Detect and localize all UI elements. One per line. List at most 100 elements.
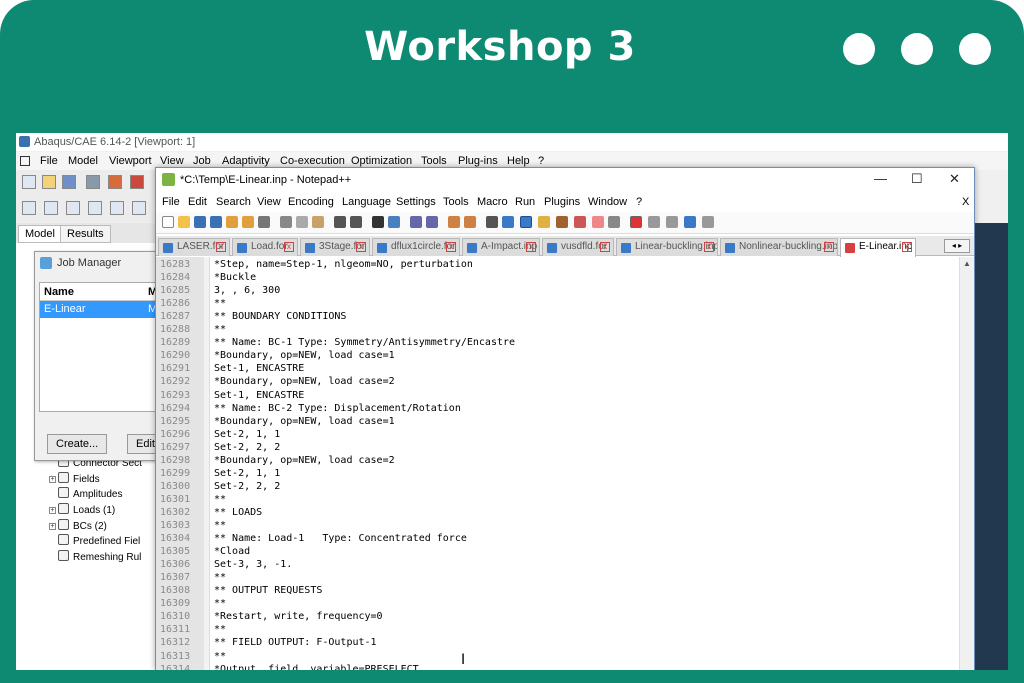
tree-item[interactable]: Loads (1) [58, 503, 115, 519]
view-yz-icon[interactable] [66, 201, 80, 215]
npp-menu-language[interactable]: Language [342, 196, 391, 208]
abaqus-menu-plugins[interactable]: Plug-ins [458, 155, 498, 167]
abaqus-menu-model[interactable]: Model [68, 155, 98, 167]
npp-menu-window[interactable]: Window [588, 196, 627, 208]
view-iso-icon[interactable] [132, 201, 146, 215]
print-icon[interactable] [86, 175, 100, 189]
column-name[interactable]: Name [44, 286, 74, 298]
file-tab[interactable]: dflux1circle.for x [372, 238, 460, 256]
close-tab-icon[interactable]: x [704, 242, 714, 252]
eye-icon[interactable] [608, 216, 620, 228]
export-icon[interactable] [130, 175, 144, 189]
npp-menu-about[interactable]: ? [636, 196, 642, 208]
paste-icon[interactable] [312, 216, 324, 228]
npp-menu-encoding[interactable]: Encoding [288, 196, 334, 208]
npp-close-document-button[interactable]: X [962, 196, 969, 208]
tab-results[interactable]: Results [60, 225, 111, 243]
npp-menu-macro[interactable]: Macro [477, 196, 508, 208]
tab-scroll-arrows[interactable]: ◂ ▸ [944, 239, 970, 253]
tree-expand-icon[interactable]: + [49, 475, 56, 483]
import-icon[interactable] [108, 175, 122, 189]
close-tab-icon[interactable]: x [216, 242, 226, 252]
vertical-scrollbar[interactable]: ▲ [959, 257, 974, 670]
zoom-in-icon[interactable] [410, 216, 422, 228]
tree-item[interactable]: Fields [58, 471, 100, 488]
file-tab[interactable]: Nonlinear-buckling.inp x [720, 238, 838, 256]
print-icon[interactable] [258, 216, 270, 228]
view-yx-icon[interactable] [44, 201, 58, 215]
play-macro-icon[interactable] [666, 216, 678, 228]
scroll-up-icon[interactable]: ▲ [963, 259, 971, 268]
tree-item[interactable]: BCs (2) [58, 518, 107, 535]
close-tab-icon[interactable]: x [356, 242, 366, 252]
close-button[interactable]: ✕ [949, 171, 960, 187]
sync-vertical-icon[interactable] [448, 216, 460, 228]
close-tab-icon[interactable]: x [902, 242, 912, 252]
save-macro-icon[interactable] [702, 216, 714, 228]
show-all-characters-icon[interactable] [502, 216, 514, 228]
text-editor[interactable]: 16283 *Step, name=Step-1, nlgeom=NO, pert… [156, 257, 959, 670]
view-zx-icon[interactable] [88, 201, 102, 215]
find-icon[interactable] [372, 216, 384, 228]
copy-icon[interactable] [296, 216, 308, 228]
tree-item[interactable]: Amplitudes [58, 487, 122, 503]
save-icon[interactable] [62, 175, 76, 189]
tab-model[interactable]: Model [18, 225, 62, 243]
open-icon[interactable] [178, 216, 190, 228]
npp-menu-view[interactable]: View [257, 196, 281, 208]
sync-horizontal-icon[interactable] [464, 216, 476, 228]
abaqus-system-icon[interactable] [20, 156, 30, 166]
open-folder-icon[interactable] [42, 175, 56, 189]
undo-icon[interactable] [334, 216, 346, 228]
npp-menu-settings[interactable]: Settings [396, 196, 436, 208]
redo-icon[interactable] [350, 216, 362, 228]
npp-menu-plugins[interactable]: Plugins [544, 196, 580, 208]
file-tab[interactable]: A-Impact.inp x [462, 238, 540, 256]
maximize-button[interactable]: ☐ [911, 171, 923, 187]
tree-item[interactable]: Predefined Fiel [58, 534, 140, 550]
abaqus-menu-whatsthis[interactable]: ? [538, 155, 544, 167]
abaqus-menu-optimization[interactable]: Optimization [351, 155, 412, 167]
indent-guide-icon[interactable] [520, 216, 532, 228]
close-tab-icon[interactable]: x [446, 242, 456, 252]
new-icon[interactable] [162, 216, 174, 228]
close-all-icon[interactable] [242, 216, 254, 228]
stop-macro-icon[interactable] [648, 216, 660, 228]
file-tab[interactable]: vusdfld.for x [542, 238, 614, 256]
save-icon[interactable] [194, 216, 206, 228]
notepad-title-bar[interactable]: *C:\Temp\E-Linear.inp - Notepad++ — ☐ ✕ [156, 168, 974, 192]
npp-menu-tools[interactable]: Tools [443, 196, 469, 208]
create-job-button[interactable]: Create... [47, 434, 108, 454]
abaqus-menu-view[interactable]: View [160, 155, 184, 167]
file-tab[interactable]: LASER.for x [158, 238, 230, 256]
file-tab-active[interactable]: E-Linear.inp x [840, 238, 916, 257]
word-wrap-icon[interactable] [486, 216, 498, 228]
abaqus-menu-file[interactable]: File [40, 155, 58, 167]
abaqus-menu-viewport[interactable]: Viewport [109, 155, 152, 167]
close-file-icon[interactable] [226, 216, 238, 228]
close-tab-icon[interactable]: x [600, 242, 610, 252]
npp-menu-edit[interactable]: Edit [188, 196, 207, 208]
monitoring-icon[interactable] [592, 216, 604, 228]
tree-expand-icon[interactable]: + [49, 522, 56, 530]
minimize-button[interactable]: — [874, 171, 887, 186]
replace-icon[interactable] [388, 216, 400, 228]
abaqus-menu-coexecution[interactable]: Co-execution [280, 155, 345, 167]
close-tab-icon[interactable]: x [526, 242, 536, 252]
npp-menu-file[interactable]: File [162, 196, 180, 208]
record-macro-icon[interactable] [630, 216, 642, 228]
npp-menu-search[interactable]: Search [216, 196, 251, 208]
job-row[interactable]: E-Linear M [40, 301, 157, 318]
document-map-icon[interactable] [556, 216, 568, 228]
close-tab-icon[interactable]: x [284, 242, 294, 252]
job-manager-title-bar[interactable]: Job Manager [35, 252, 155, 274]
file-tab[interactable]: Linear-buckling.inp x [616, 238, 718, 256]
npp-menu-run[interactable]: Run [515, 196, 535, 208]
save-all-icon[interactable] [210, 216, 222, 228]
file-tab[interactable]: Load.for x [232, 238, 298, 256]
cut-icon[interactable] [280, 216, 292, 228]
function-list-icon[interactable] [574, 216, 586, 228]
file-tab[interactable]: 3Stage.for x [300, 238, 370, 256]
zoom-out-icon[interactable] [426, 216, 438, 228]
close-tab-icon[interactable]: x [824, 242, 834, 252]
